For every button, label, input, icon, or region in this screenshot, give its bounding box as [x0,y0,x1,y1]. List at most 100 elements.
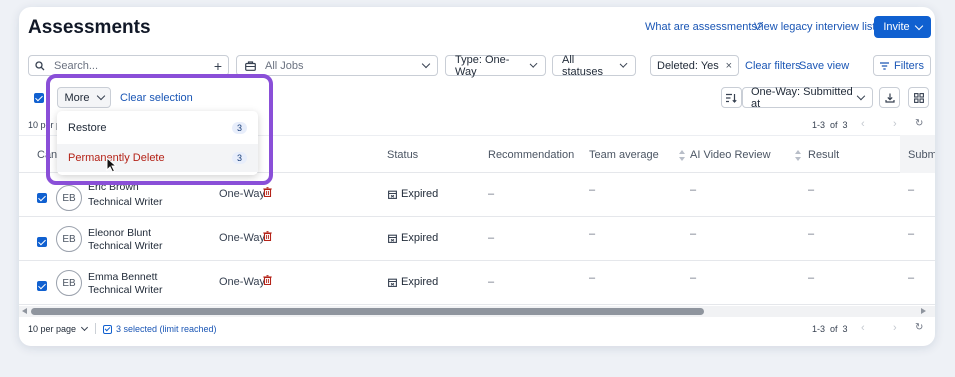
clear-selection-link[interactable]: Clear selection [120,92,193,104]
search-input[interactable]: Search... [54,60,214,72]
prev-page-icon[interactable]: ‹ [861,322,865,334]
per-page-select[interactable]: 10 per page [28,323,89,334]
sort-arrows-icon[interactable] [794,149,801,161]
ai-review-cell: – [690,228,697,240]
more-actions-menu: Restore 3 Permanently Delete 3 [57,111,258,175]
status-cell: Expired [388,188,438,200]
divider [95,323,96,334]
page-total: 3 [842,120,848,130]
refresh-icon[interactable]: ↻ [915,118,923,129]
status-text: Expired [401,188,439,200]
chevron-down-icon [421,59,431,69]
save-view-link[interactable]: Save view [799,60,849,72]
result-cell: – [808,228,815,240]
menu-item-permanently-delete[interactable]: Permanently Delete 3 [57,144,258,172]
scroll-left-icon[interactable] [22,308,27,314]
col-submitted[interactable]: Subm [908,149,935,161]
submitted-cell: – [908,272,915,284]
more-label: More [64,91,90,104]
candidate-name[interactable]: Eric Brown [88,181,139,193]
clear-filters-link[interactable]: Clear filters [745,60,801,72]
more-button[interactable]: More [57,87,111,108]
jobs-select[interactable]: All Jobs [236,55,438,76]
trash-icon[interactable] [263,231,272,244]
close-icon[interactable]: × [726,60,732,72]
filters-label: Filters [894,59,924,72]
col-ai-video-review[interactable]: AI Video Review [690,149,801,161]
recommendation-cell: – [488,232,495,244]
what-are-assessments-link[interactable]: What are assessments? [645,21,763,33]
scroll-right-icon[interactable] [921,308,926,314]
sort-direction-button[interactable] [721,87,742,108]
table-row[interactable]: EB Emma Bennett Technical Writer One-Way… [19,261,935,305]
assessments-card: Assessments What are assessments? View l… [19,7,935,346]
page-title: Assessments [28,17,151,38]
col-team-average[interactable]: Team average [589,149,685,161]
recommendation-cell: – [488,276,495,288]
scrollbar-thumb[interactable] [31,308,704,315]
status-value: All statuses [562,53,603,78]
candidate-name[interactable]: Emma Bennett [88,271,157,283]
page-of: of [830,324,838,334]
chevron-down-icon [529,60,538,68]
refresh-icon[interactable]: ↻ [915,322,923,333]
next-page-icon[interactable]: › [893,118,897,130]
invite-button[interactable]: Invite [874,16,931,38]
deleted-chip-label: Deleted: Yes [657,59,719,72]
page-total: 3 [842,324,848,334]
trash-icon[interactable] [263,275,272,288]
status-select[interactable]: All statuses [552,53,636,78]
restore-count-badge: 3 [231,122,247,134]
pagination-top: 1-3 of 3 [812,120,848,130]
row-checkbox[interactable] [37,193,47,203]
plus-icon[interactable]: + [214,58,222,74]
avatar: EB [56,185,82,211]
col-status[interactable]: Status [387,149,418,161]
filters-button[interactable]: Filters [873,55,931,76]
row-checkbox[interactable] [37,237,47,247]
sort-arrows-icon[interactable] [678,149,685,161]
type-value: Type: One-Way [455,53,510,78]
prev-page-icon[interactable]: ‹ [861,118,865,130]
delete-count-badge: 3 [231,152,247,164]
table-row[interactable]: EB Eric Brown Technical Writer One-Way E… [19,173,935,217]
selection-status: 3 selected (limit reached) [103,324,217,334]
search-field[interactable]: Search... + [28,55,229,76]
interview-type: One-Way [219,276,266,288]
type-select[interactable]: Type: One-Way [445,53,546,78]
calendar-expired-icon [388,234,397,243]
legacy-interview-link[interactable]: View legacy interview list [754,21,875,33]
row-checkbox[interactable] [37,281,47,291]
submitted-cell: – [908,184,915,196]
calendar-expired-icon [388,278,397,287]
sort-select[interactable]: One-Way: Submitted at [742,85,873,110]
next-page-icon[interactable]: › [893,322,897,334]
trash-icon[interactable] [263,187,272,200]
interview-type: One-Way [219,232,266,244]
table-row[interactable]: EB Eleonor Blunt Technical Writer One-Wa… [19,217,935,261]
col-recommendation[interactable]: Recommendation [488,149,574,161]
ai-review-cell: – [690,184,697,196]
team-average-cell: – [589,184,596,196]
chevron-down-icon [619,59,628,69]
download-button[interactable] [879,87,900,108]
horizontal-scrollbar[interactable] [19,306,935,317]
avatar: EB [56,270,82,296]
candidate-name[interactable]: Eleonor Blunt [88,227,151,239]
chevron-down-icon [96,91,105,101]
sort-value: One-Way: Submitted at [751,85,853,110]
page-range: 1-3 [812,120,826,130]
deleted-filter-chip[interactable]: Deleted: Yes × [650,55,739,76]
col-ai-video-review-label: AI Video Review [690,149,771,161]
select-all-checkbox[interactable] [34,93,44,103]
result-cell: – [808,272,815,284]
team-average-cell: – [589,228,596,240]
grid-view-button[interactable] [908,87,929,108]
checkbox-icon [103,324,112,334]
interview-type: One-Way [219,188,266,200]
page-range: 1-3 [812,324,826,334]
submitted-cell: – [908,228,915,240]
col-result[interactable]: Result [808,149,839,161]
page-of: of [830,120,838,130]
menu-item-restore[interactable]: Restore 3 [57,114,258,142]
